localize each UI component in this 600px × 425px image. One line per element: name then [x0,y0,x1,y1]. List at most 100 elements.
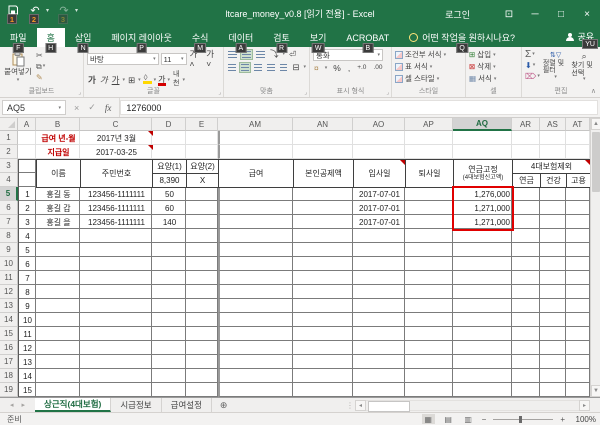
cell-AS9[interactable] [540,243,566,257]
value-cell-A5[interactable]: 1 [18,187,37,202]
cell-AM18[interactable] [218,369,293,383]
scroll-left-arrow[interactable]: ◂ [355,400,366,411]
cell-AQ9[interactable] [453,243,512,257]
cell-AQ8[interactable] [453,229,512,243]
collapse-ribbon-button[interactable]: ∧ [591,87,596,95]
cell-C14[interactable] [80,313,152,327]
value-cell-A18[interactable]: 14 [18,369,37,384]
scroll-up-arrow[interactable]: ▲ [591,118,600,130]
tab-splitter-handle[interactable]: ⋮ [346,400,354,411]
cell-E8[interactable] [186,229,218,243]
cell-AP8[interactable] [405,229,453,243]
cell-AR11[interactable] [512,271,540,285]
value-cell-AQ3[interactable]: 연금고정(4대보험신고액) [453,159,513,188]
cell-AR18[interactable] [512,369,540,383]
cell-D8[interactable] [152,229,186,243]
cell-AP14[interactable] [405,313,453,327]
cell-AT16[interactable] [566,341,590,355]
cell-E1[interactable] [186,131,218,145]
cell-E9[interactable] [186,243,218,257]
row-header-14[interactable]: 14 [0,313,18,327]
cell-AO18[interactable] [353,369,405,383]
cell-AN7[interactable] [293,215,353,229]
value-cell-D3[interactable]: 요양(1) [152,159,187,174]
value-cell-B1[interactable]: 급여 년-월 [36,131,81,146]
value-cell-A14[interactable]: 10 [18,313,37,328]
cell-D11[interactable] [152,271,186,285]
cell-AM9[interactable] [218,243,293,257]
cell-AR1[interactable] [512,131,540,145]
cell-AS17[interactable] [540,355,566,369]
italic-button[interactable]: 가 [99,75,109,85]
cell-AP6[interactable] [405,201,453,215]
cell-E6[interactable] [186,201,218,215]
cell-AN5[interactable] [293,187,353,201]
cell-AR17[interactable] [512,355,540,369]
cell-AT11[interactable] [566,271,590,285]
horizontal-scrollbar[interactable]: ◂ ▸ [355,400,590,411]
cell-AS16[interactable] [540,341,566,355]
value-cell-A11[interactable]: 7 [18,271,37,286]
cell-AP10[interactable] [405,257,453,271]
tab-페이지 레이아웃[interactable]: 페이지 레이아웃P [101,28,181,47]
cell-AT1[interactable] [566,131,590,145]
cell-AQ17[interactable] [453,355,512,369]
value-cell-AO6[interactable]: 2017-07-01 [353,201,406,216]
wrap-text-button[interactable]: ⏎ [288,49,297,59]
shrink-font-button[interactable]: 가˅ [205,49,220,69]
cell-AM19[interactable] [218,383,293,397]
cell-AS15[interactable] [540,327,566,341]
cell-A2[interactable] [18,145,36,159]
cell-AP1[interactable] [405,131,453,145]
cell-AO15[interactable] [353,327,405,341]
cell-AT5[interactable] [566,187,590,201]
cell-styles-button[interactable]: 셀 스타일▾ [395,73,462,84]
column-header-AN[interactable]: AN [293,118,353,131]
accounting-format-button[interactable]: ¤ [313,63,320,73]
sheet-tab-상근직(4대보험)[interactable]: 상근직(4대보험) [35,398,111,412]
value-cell-AQ6[interactable]: 1,271,000 [453,201,513,216]
cell-AS19[interactable] [540,383,566,397]
tab-파일[interactable]: 파일F [0,28,37,47]
cell-AS12[interactable] [540,285,566,299]
cell-AP7[interactable] [405,215,453,229]
cell-AT12[interactable] [566,285,590,299]
sheet-tab-시급정보[interactable]: 시급정보 [111,398,161,412]
page-break-view-button[interactable]: ▥ [462,414,475,424]
value-cell-C6[interactable]: 123456-1111111 [80,201,153,216]
login-button[interactable]: 로그인 [445,8,470,21]
format-painter-button[interactable]: ✎ [36,73,45,82]
cell-AQ10[interactable] [453,257,512,271]
cell-E13[interactable] [186,299,218,313]
value-cell-B6[interactable]: 홍길 갑 [36,201,81,216]
cell-AT2[interactable] [566,145,590,159]
cell-AN18[interactable] [293,369,353,383]
cell-AT6[interactable] [566,201,590,215]
cell-AR5[interactable] [512,187,540,201]
tab-홈[interactable]: 홈H [37,28,65,47]
cell-D16[interactable] [152,341,186,355]
value-cell-AO7[interactable]: 2017-07-01 [353,215,406,230]
cell-B14[interactable] [36,313,80,327]
cell-AP13[interactable] [405,299,453,313]
decrease-decimal-button[interactable]: .00 [372,64,383,72]
value-cell-A13[interactable]: 9 [18,299,37,314]
value-cell-C3[interactable]: 주민번호 [80,159,153,188]
cell-AN15[interactable] [293,327,353,341]
cell-D14[interactable] [152,313,186,327]
sheet-nav-prev-arrow[interactable]: ◂ [10,401,14,409]
column-header-E[interactable]: E [186,118,218,131]
cell-AQ13[interactable] [453,299,512,313]
cell-AM11[interactable] [218,271,293,285]
value-cell-C2[interactable]: 2017-03-25 [80,145,153,160]
tab-삽입[interactable]: 삽입N [65,28,102,47]
align-center-button[interactable] [240,63,250,72]
fill-button[interactable]: ⬇▾ [525,61,540,70]
value-cell-AN3[interactable]: 본인공제액 [293,159,354,188]
cell-E10[interactable] [186,257,218,271]
enter-icon[interactable]: ✓ [88,102,96,113]
column-header-AS[interactable]: AS [540,118,566,131]
alignment-dialog-launcher[interactable]: ⌟ [304,89,307,96]
value-cell-A6[interactable]: 2 [18,201,37,216]
cell-D18[interactable] [152,369,186,383]
